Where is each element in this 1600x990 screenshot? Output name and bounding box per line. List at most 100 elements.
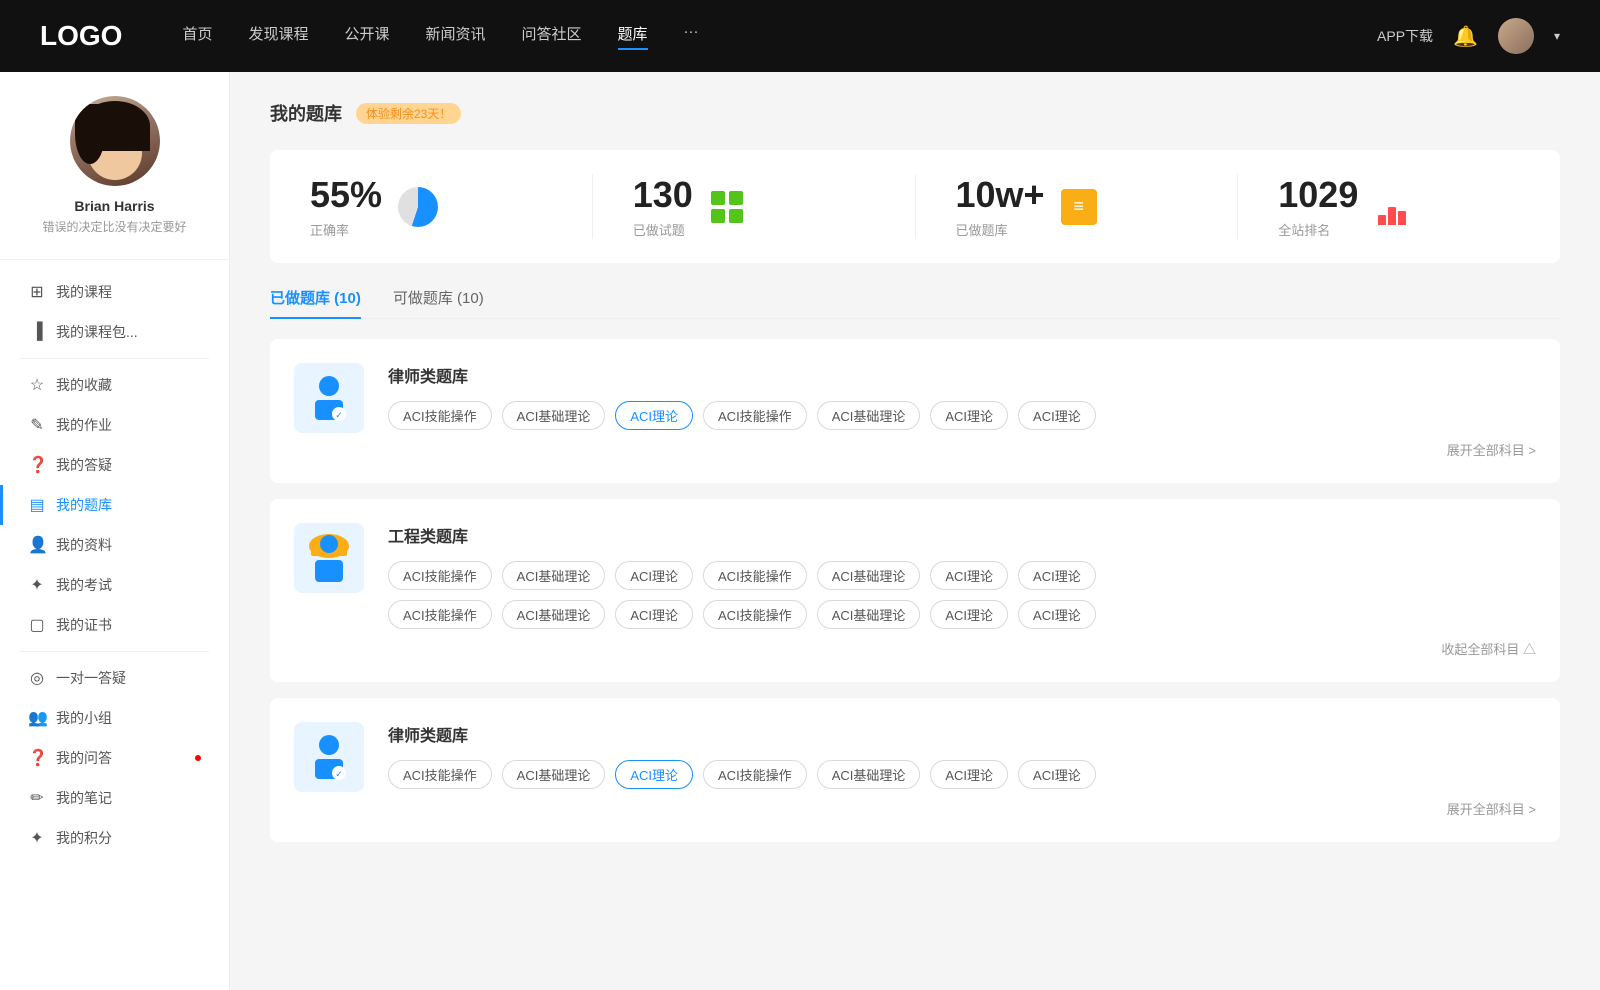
questions-done-label: 已做试题 [633, 220, 693, 239]
sidebar-item-course-package[interactable]: ▐ 我的课程包... [0, 312, 229, 352]
tabs-row: 已做题库 (10) 可做题库 (10) [270, 287, 1560, 319]
nav-discover[interactable]: 发现课程 [248, 23, 308, 50]
bar-2 [1388, 207, 1396, 225]
stat-accuracy-value: 55% 正确率 [310, 174, 382, 239]
sidebar-item-quiz-bank[interactable]: ▤ 我的题库 [0, 485, 229, 525]
sidebar-item-points[interactable]: ✦ 我的积分 [0, 818, 229, 858]
profile-icon: 👤 [28, 535, 46, 555]
sidebar-label-profile: 我的资料 [56, 535, 112, 555]
bar-3 [1398, 211, 1406, 225]
quiz-tag-3[interactable]: ACI技能操作 [703, 401, 807, 430]
collapse-btn-worker[interactable]: 收起全部科目 △ [388, 639, 1536, 658]
stat-quiz-banks-value: 10w+ 已做题库 [956, 174, 1045, 239]
course-icon: ⊞ [28, 282, 46, 302]
sidebar-label-one-on-one: 一对一答疑 [56, 668, 126, 688]
sidebar-item-my-qa[interactable]: ❓ 我的问答 [0, 738, 229, 778]
tab-available[interactable]: 可做题库 (10) [393, 287, 484, 318]
nav-links: 首页 发现课程 公开课 新闻资讯 问答社区 题库 ··· [182, 23, 1337, 50]
quiz-tag-5[interactable]: ACI理论 [930, 401, 1008, 430]
sidebar-label-my-qa: 我的问答 [56, 748, 112, 768]
sidebar-label-my-course: 我的课程 [56, 282, 112, 302]
quiz-tag-w7[interactable]: ACI技能操作 [388, 600, 492, 629]
quiz-tag-w2[interactable]: ACI理论 [615, 561, 693, 590]
nav-qa[interactable]: 问答社区 [522, 23, 582, 50]
accuracy-label: 正确率 [310, 220, 382, 239]
worker-svg-icon [303, 530, 355, 586]
quiz-card-icon-lawyer-2: ✓ [294, 722, 364, 792]
tab-done[interactable]: 已做题库 (10) [270, 287, 361, 318]
quiz-tag-6[interactable]: ACI理论 [1018, 401, 1096, 430]
logo: LOGO [40, 20, 122, 52]
sidebar-item-one-on-one[interactable]: ◎ 一对一答疑 [0, 658, 229, 698]
navbar-right: APP下载 🔔 ▾ [1377, 18, 1560, 54]
expand-btn-lawyer-1[interactable]: 展开全部科目 > [388, 440, 1536, 459]
quiz-tag-w12[interactable]: ACI理论 [930, 600, 1008, 629]
user-menu-chevron[interactable]: ▾ [1554, 29, 1560, 43]
quiz-tag-0[interactable]: ACI技能操作 [388, 401, 492, 430]
stat-quiz-banks-done: 10w+ 已做题库 ≡ [916, 174, 1239, 239]
avatar-image [1498, 18, 1534, 54]
quiz-tag-w6[interactable]: ACI理论 [1018, 561, 1096, 590]
sidebar-item-homework[interactable]: ✎ 我的作业 [0, 405, 229, 445]
quiz-tag-w10[interactable]: ACI技能操作 [703, 600, 807, 629]
app-download-button[interactable]: APP下载 [1377, 26, 1433, 46]
quiz-card-lawyer-1: ✓ 律师类题库 ACI技能操作 ACI基础理论 ACI理论 ACI技能操作 AC… [270, 339, 1560, 483]
sidebar-item-questions[interactable]: ❓ 我的答疑 [0, 445, 229, 485]
sidebar-label-notes: 我的笔记 [56, 788, 112, 808]
accuracy-icon-wrapper [398, 187, 438, 227]
quiz-tag-w4[interactable]: ACI基础理论 [817, 561, 921, 590]
sidebar-label-quiz-bank: 我的题库 [56, 495, 112, 515]
quiz-tag-l2-5[interactable]: ACI理论 [930, 760, 1008, 789]
nav-home[interactable]: 首页 [182, 23, 212, 50]
quiz-icon: ▤ [28, 495, 46, 515]
quiz-card-lawyer-2: ✓ 律师类题库 ACI技能操作 ACI基础理论 ACI理论 ACI技能操作 AC… [270, 698, 1560, 842]
quiz-tag-w8[interactable]: ACI基础理论 [502, 600, 606, 629]
notes-icon: ✏ [28, 788, 46, 808]
sidebar-item-profile[interactable]: 👤 我的资料 [0, 525, 229, 565]
quiz-tag-l2-0[interactable]: ACI技能操作 [388, 760, 492, 789]
nav-quiz[interactable]: 题库 [618, 23, 648, 50]
notification-bell[interactable]: 🔔 [1453, 24, 1478, 49]
lawyer-svg-icon-2: ✓ [305, 731, 353, 783]
quiz-tag-w13[interactable]: ACI理论 [1018, 600, 1096, 629]
nav-open-course[interactable]: 公开课 [344, 23, 389, 50]
sidebar-item-certificate[interactable]: ▢ 我的证书 [0, 605, 229, 645]
quiz-tag-w3[interactable]: ACI技能操作 [703, 561, 807, 590]
quiz-tag-l2-6[interactable]: ACI理论 [1018, 760, 1096, 789]
quiz-tag-l2-2[interactable]: ACI理论 [615, 760, 693, 789]
sidebar-divider-2 [20, 651, 209, 652]
qa-notification-dot [195, 755, 201, 761]
quiz-card-tags-lawyer-2: ACI技能操作 ACI基础理论 ACI理论 ACI技能操作 ACI基础理论 AC… [388, 760, 1536, 789]
sidebar: Brian Harris 错误的决定比没有决定要好 ⊞ 我的课程 ▐ 我的课程包… [0, 72, 230, 990]
quiz-banks-done-label: 已做题库 [956, 220, 1045, 239]
quiz-tag-4[interactable]: ACI基础理论 [817, 401, 921, 430]
quiz-tag-l2-3[interactable]: ACI技能操作 [703, 760, 807, 789]
sidebar-item-notes[interactable]: ✏ 我的笔记 [0, 778, 229, 818]
question-icon: ❓ [28, 455, 46, 475]
main-content: 我的题库 体验剩余23天！ 55% 正确率 130 已做试题 [230, 72, 1600, 990]
quiz-tag-w1[interactable]: ACI基础理论 [502, 561, 606, 590]
group-icon: 👥 [28, 708, 46, 728]
sidebar-item-my-course[interactable]: ⊞ 我的课程 [0, 272, 229, 312]
quiz-tag-w9[interactable]: ACI理论 [615, 600, 693, 629]
quiz-tag-w0[interactable]: ACI技能操作 [388, 561, 492, 590]
quiz-tag-2[interactable]: ACI理论 [615, 401, 693, 430]
nav-more[interactable]: ··· [684, 23, 699, 50]
quiz-tag-l2-4[interactable]: ACI基础理论 [817, 760, 921, 789]
book-icon-wrapper: ≡ [1061, 189, 1097, 225]
sidebar-item-exam[interactable]: ✦ 我的考试 [0, 565, 229, 605]
user-avatar[interactable] [1498, 18, 1534, 54]
sidebar-item-group[interactable]: 👥 我的小组 [0, 698, 229, 738]
quiz-tag-w11[interactable]: ACI基础理论 [817, 600, 921, 629]
quiz-tag-w5[interactable]: ACI理论 [930, 561, 1008, 590]
nav-news[interactable]: 新闻资讯 [426, 23, 486, 50]
pie-chart-icon [398, 187, 438, 227]
profile-avatar[interactable] [70, 96, 160, 186]
quiz-card-tags-worker-row1: ACI技能操作 ACI基础理论 ACI理论 ACI技能操作 ACI基础理论 AC… [388, 561, 1536, 590]
expand-btn-lawyer-2[interactable]: 展开全部科目 > [388, 799, 1536, 818]
quiz-card-icon-worker [294, 523, 364, 593]
quiz-tag-1[interactable]: ACI基础理论 [502, 401, 606, 430]
quiz-banks-done-number: 10w+ [956, 174, 1045, 216]
sidebar-item-favorites[interactable]: ☆ 我的收藏 [0, 365, 229, 405]
quiz-tag-l2-1[interactable]: ACI基础理论 [502, 760, 606, 789]
